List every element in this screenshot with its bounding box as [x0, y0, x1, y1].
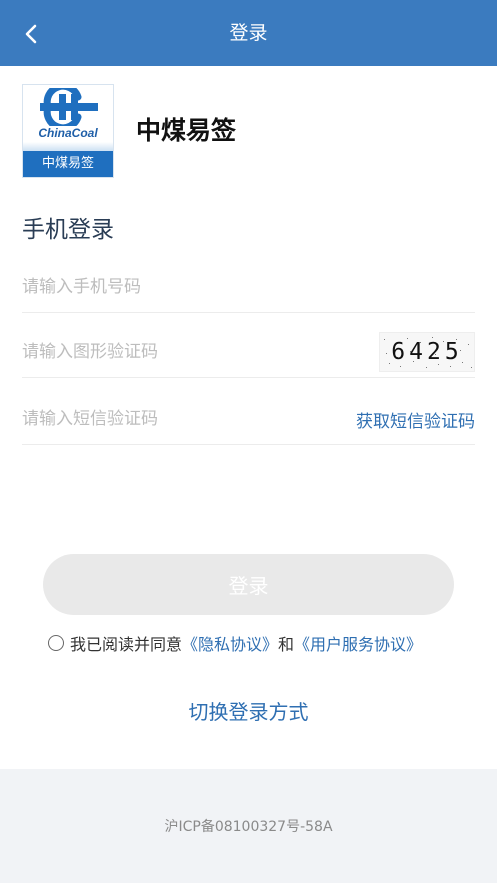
logo-badge-text: 中煤易签 — [23, 151, 113, 177]
chevron-left-icon — [25, 24, 37, 44]
phone-input[interactable] — [22, 277, 475, 297]
back-button[interactable] — [14, 17, 48, 51]
captcha-field-row: 6425 — [22, 327, 475, 378]
page-title: 登录 — [229, 22, 268, 44]
agreement-checkbox[interactable] — [48, 635, 64, 651]
login-section-title: 手机登录 — [22, 217, 114, 243]
agreement-prefix: 我已阅读并同意 — [70, 635, 183, 654]
switch-login-mode-link[interactable]: 切换登录方式 — [189, 700, 309, 724]
phone-field-row — [22, 262, 475, 313]
agreement-row: 我已阅读并同意 《隐私协议》 和 《用户服务协议》 — [48, 631, 422, 655]
sms-field-row: 获取短信验证码 — [22, 394, 475, 445]
privacy-policy-link[interactable]: 《隐私协议》 — [182, 631, 278, 655]
app-name: 中煤易签 — [136, 116, 237, 145]
login-button[interactable]: 登录 — [43, 554, 454, 615]
top-app-bar: 登录 — [0, 0, 497, 66]
captcha-input[interactable] — [22, 342, 379, 362]
user-service-agreement-link[interactable]: 《用户服务协议》 — [294, 631, 422, 655]
chinacoal-logo-mark — [40, 88, 98, 126]
captcha-image[interactable]: 6425 — [379, 332, 475, 372]
captcha-code-text: 6425 — [391, 339, 463, 365]
agreement-and: 和 — [278, 635, 295, 654]
get-sms-code-button[interactable]: 获取短信验证码 — [356, 407, 475, 432]
icp-record-text: 沪ICP备08100327号-58A — [164, 819, 333, 835]
footer: 沪ICP备08100327号-58A — [0, 769, 497, 883]
switch-login-mode-row: 切换登录方式 — [0, 696, 497, 725]
logo-brand-text: ChinaCoal — [38, 126, 98, 140]
app-logo: ChinaCoal 中煤易签 — [22, 84, 114, 178]
sms-code-input[interactable] — [22, 409, 356, 429]
